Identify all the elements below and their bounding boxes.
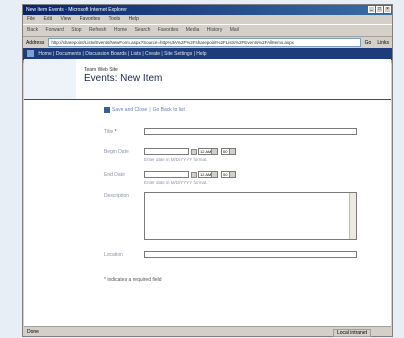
chevron-down-icon — [229, 149, 235, 154]
page-title: Events: New Item — [84, 73, 163, 84]
history-button[interactable]: History — [207, 27, 223, 33]
required-marker: * — [114, 129, 117, 135]
address-row: Address http://sharepoint/Lists/Events/N… — [23, 37, 392, 48]
title-row: Title * — [104, 129, 117, 135]
go-button[interactable]: Go — [365, 40, 372, 46]
status-bar: Done Local intranet — [24, 326, 391, 337]
end-date-row: End Date — [104, 172, 125, 178]
form-actions: Save and Close | Go Back to list — [104, 107, 185, 113]
forward-button[interactable]: Forward — [46, 27, 64, 33]
title-label: Title — [104, 129, 114, 135]
begin-minute-value: 00 — [223, 149, 228, 154]
go-back-link[interactable]: Go Back to list — [153, 107, 185, 113]
status-text: Done — [27, 329, 39, 335]
page-header: Team Web Site Events: New Item — [84, 67, 162, 84]
nav-documents[interactable]: Documents — [56, 51, 81, 57]
begin-hour-select[interactable]: 12 AM — [198, 148, 218, 155]
chevron-down-icon — [229, 172, 235, 177]
begin-minute-select[interactable]: 00 — [221, 148, 236, 155]
nav-help[interactable]: Help — [196, 51, 206, 57]
description-label: Description — [104, 193, 130, 199]
links-button[interactable]: Links — [377, 40, 389, 46]
title-input[interactable] — [144, 128, 357, 135]
maximize-button[interactable]: □ — [376, 6, 383, 13]
end-hour-select[interactable]: 12 AM — [198, 171, 218, 178]
chevron-down-icon — [211, 172, 217, 177]
left-panel — [24, 59, 76, 99]
mail-button[interactable]: Mail — [230, 27, 239, 33]
page-content: Team Web Site Events: New Item Save and … — [24, 59, 391, 326]
begin-date-hint: Enter date in M/D/YYYY format. — [144, 157, 208, 162]
description-textarea[interactable] — [144, 192, 357, 240]
menu-view[interactable]: View — [60, 16, 71, 22]
description-scrollbar[interactable] — [349, 193, 356, 239]
end-date-label: End Date — [104, 172, 125, 178]
nav-create[interactable]: Create — [145, 51, 160, 57]
end-calendar-icon[interactable] — [191, 172, 197, 178]
begin-calendar-icon[interactable] — [191, 149, 197, 155]
required-field-note: * indicates a required field — [104, 277, 162, 283]
end-date-input[interactable] — [144, 171, 189, 178]
nav-home[interactable]: Home — [38, 51, 51, 57]
end-date-hint: Enter date in M/D/YYYY format. — [144, 180, 208, 185]
address-input[interactable]: http://sharepoint/Lists/Events/NewForm.a… — [48, 38, 361, 47]
end-minute-select[interactable]: 00 — [221, 171, 236, 178]
close-button[interactable]: × — [384, 6, 391, 13]
stop-button[interactable]: Stop — [71, 27, 81, 33]
favorites-button[interactable]: Favorites — [158, 27, 179, 33]
save-and-close-link[interactable]: Save and Close — [112, 107, 147, 113]
window-title: New Item Events - Microsoft Internet Exp… — [26, 7, 127, 13]
back-button[interactable]: Back — [27, 27, 38, 33]
nav-site-settings[interactable]: Site Settings — [164, 51, 192, 57]
menu-bar: File Edit View Favorites Tools Help — [23, 15, 392, 24]
menu-edit[interactable]: Edit — [43, 16, 52, 22]
end-hour-value: 12 AM — [200, 172, 212, 177]
begin-date-label: Begin Date — [104, 149, 129, 155]
menu-file[interactable]: File — [27, 16, 35, 22]
end-minute-value: 00 — [223, 172, 228, 177]
security-zone: Local intranet — [332, 329, 371, 337]
action-separator: | — [149, 107, 151, 113]
refresh-button[interactable]: Refresh — [89, 27, 107, 33]
menu-favorites[interactable]: Favorites — [80, 16, 101, 22]
browser-window: New Item Events - Microsoft Internet Exp… — [22, 4, 393, 337]
header-divider — [24, 99, 391, 100]
address-label: Address — [26, 39, 45, 46]
minimize-button[interactable]: _ — [368, 6, 375, 13]
home-button[interactable]: Home — [114, 27, 127, 33]
begin-date-input[interactable] — [144, 148, 189, 155]
nav-lists[interactable]: Lists — [131, 51, 141, 57]
menu-help[interactable]: Help — [129, 16, 139, 22]
title-bar: New Item Events - Microsoft Internet Exp… — [23, 5, 392, 15]
description-row: Description — [104, 193, 129, 199]
location-input[interactable] — [144, 251, 357, 258]
location-row: Location — [104, 252, 123, 258]
save-icon — [104, 107, 110, 113]
menu-tools[interactable]: Tools — [108, 16, 120, 22]
begin-hour-value: 12 AM — [200, 149, 212, 154]
site-logo-icon — [27, 50, 34, 58]
search-button[interactable]: Search — [135, 27, 151, 33]
media-button[interactable]: Media — [186, 27, 200, 33]
begin-date-row: Begin Date — [104, 149, 129, 155]
chevron-down-icon — [211, 149, 217, 154]
nav-discussion-boards[interactable]: Discussion Boards — [85, 51, 126, 57]
location-label: Location — [104, 252, 123, 258]
toolbar: Back Forward Stop Refresh Home Search Fa… — [23, 24, 392, 37]
